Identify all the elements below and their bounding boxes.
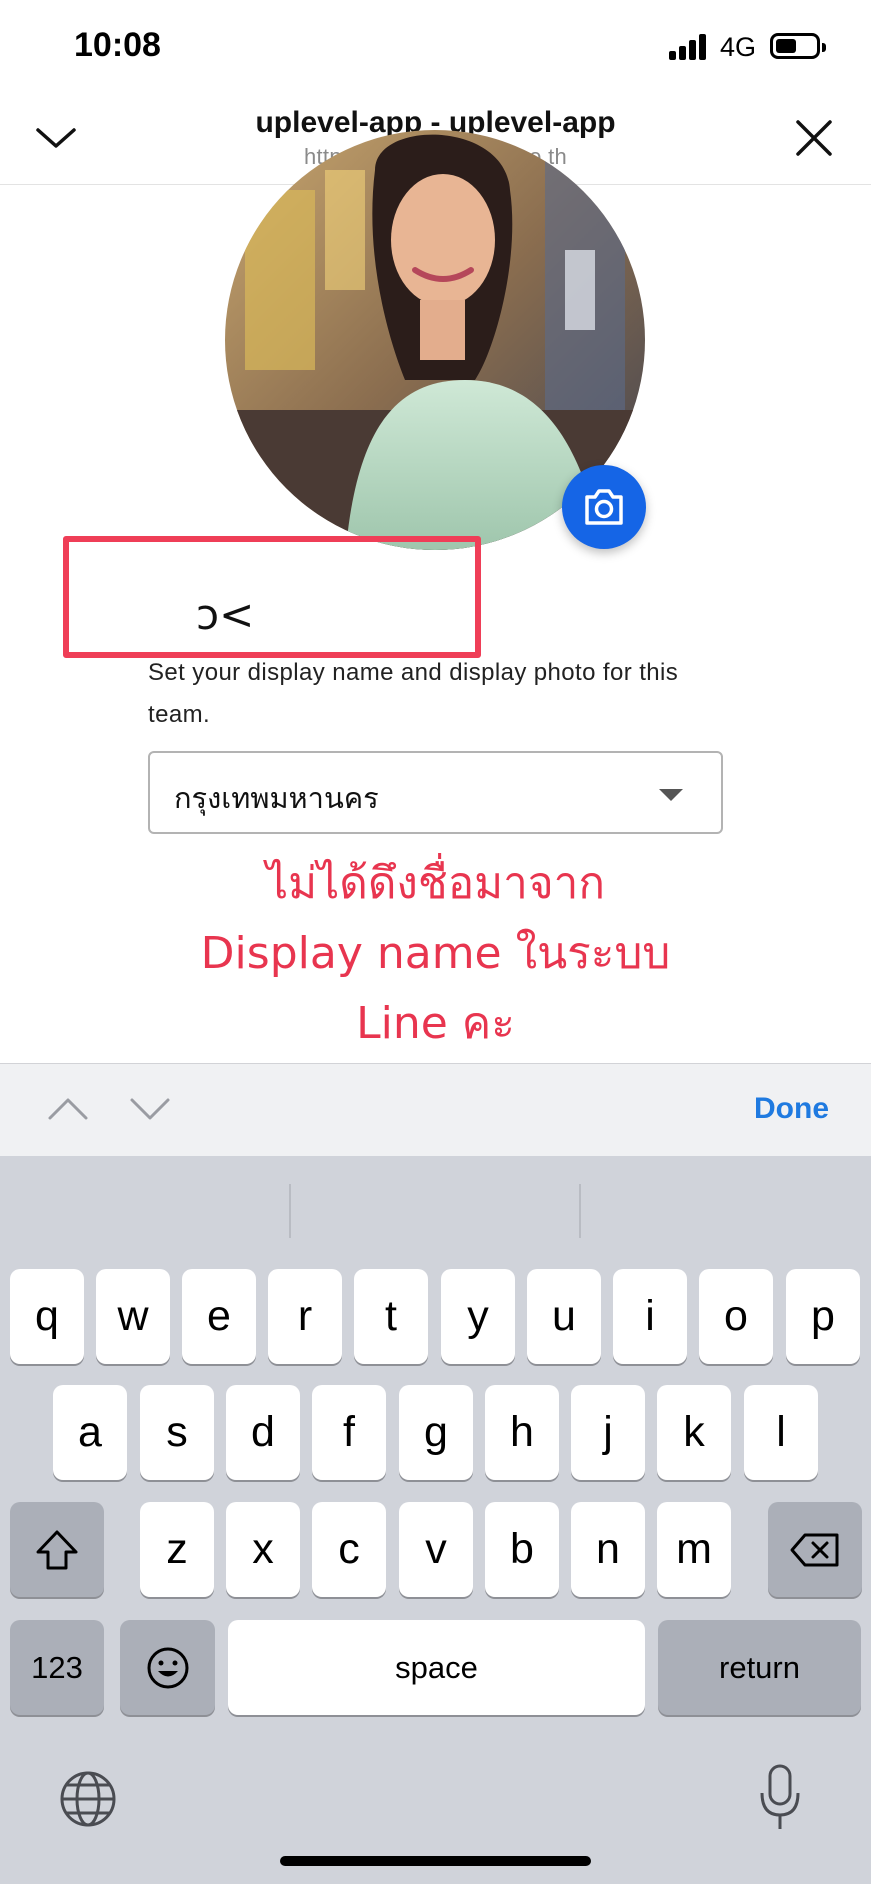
suggestion-divider (289, 1184, 291, 1238)
space-key[interactable]: space (228, 1620, 645, 1715)
key-u[interactable]: u (527, 1269, 601, 1364)
key-p[interactable]: p (786, 1269, 860, 1364)
annotation-line-1: ไม่ได้ดึงชื่อมาจาก (265, 858, 606, 909)
key-a[interactable]: a (53, 1385, 127, 1480)
province-select[interactable]: กรุงเทพมหานคร (148, 751, 723, 834)
display-name-input[interactable]: ɔ< (196, 590, 254, 639)
key-w[interactable]: w (96, 1269, 170, 1364)
numbers-key[interactable]: 123 (10, 1620, 104, 1715)
key-v[interactable]: v (399, 1502, 473, 1597)
key-z[interactable]: z (140, 1502, 214, 1597)
camera-icon (585, 489, 623, 525)
dropdown-arrow-icon (659, 789, 683, 801)
annotation-line-3: Line คะ (356, 998, 515, 1049)
key-q[interactable]: q (10, 1269, 84, 1364)
keyboard-toolbar: Done (0, 1063, 871, 1156)
status-bar: 10:08 4G (0, 0, 871, 92)
home-indicator (280, 1856, 591, 1866)
emoji-icon (147, 1647, 188, 1688)
key-d[interactable]: d (226, 1385, 300, 1480)
emoji-key[interactable] (120, 1620, 215, 1715)
close-icon[interactable] (788, 112, 840, 164)
chevron-down-icon[interactable] (128, 1094, 172, 1124)
shift-icon (36, 1530, 78, 1569)
key-b[interactable]: b (485, 1502, 559, 1597)
return-key[interactable]: return (658, 1620, 861, 1715)
key-n[interactable]: n (571, 1502, 645, 1597)
key-j[interactable]: j (571, 1385, 645, 1480)
key-y[interactable]: y (441, 1269, 515, 1364)
key-g[interactable]: g (399, 1385, 473, 1480)
network-label: 4G (720, 32, 757, 62)
backspace-key[interactable] (768, 1502, 862, 1597)
backspace-icon (790, 1533, 839, 1566)
annotation-line-2: Display name ในระบบ (200, 928, 671, 979)
key-x[interactable]: x (226, 1502, 300, 1597)
key-t[interactable]: t (354, 1269, 428, 1364)
chevron-up-icon[interactable] (46, 1094, 90, 1124)
key-h[interactable]: h (485, 1385, 559, 1480)
done-button[interactable]: Done (754, 1092, 829, 1126)
key-c[interactable]: c (312, 1502, 386, 1597)
globe-icon[interactable] (58, 1769, 118, 1829)
shift-key[interactable] (10, 1502, 104, 1597)
key-o[interactable]: o (699, 1269, 773, 1364)
key-e[interactable]: e (182, 1269, 256, 1364)
status-time: 10:08 (74, 26, 161, 64)
keyboard: q w e r t y u i o p a s d f g h j k l z … (0, 1156, 871, 1884)
key-k[interactable]: k (657, 1385, 731, 1480)
battery-icon (770, 33, 826, 59)
key-r[interactable]: r (268, 1269, 342, 1364)
signal-icon (669, 34, 709, 60)
key-s[interactable]: s (140, 1385, 214, 1480)
key-m[interactable]: m (657, 1502, 731, 1597)
key-l[interactable]: l (744, 1385, 818, 1480)
province-value: กรุงเทพมหานคร (174, 781, 379, 815)
key-i[interactable]: i (613, 1269, 687, 1364)
microphone-icon[interactable] (757, 1763, 803, 1833)
key-f[interactable]: f (312, 1385, 386, 1480)
annotation-highlight-box (63, 536, 481, 658)
suggestion-divider (579, 1184, 581, 1238)
change-photo-button[interactable] (562, 465, 646, 549)
helper-text: Set your display name and display photo … (148, 659, 679, 728)
